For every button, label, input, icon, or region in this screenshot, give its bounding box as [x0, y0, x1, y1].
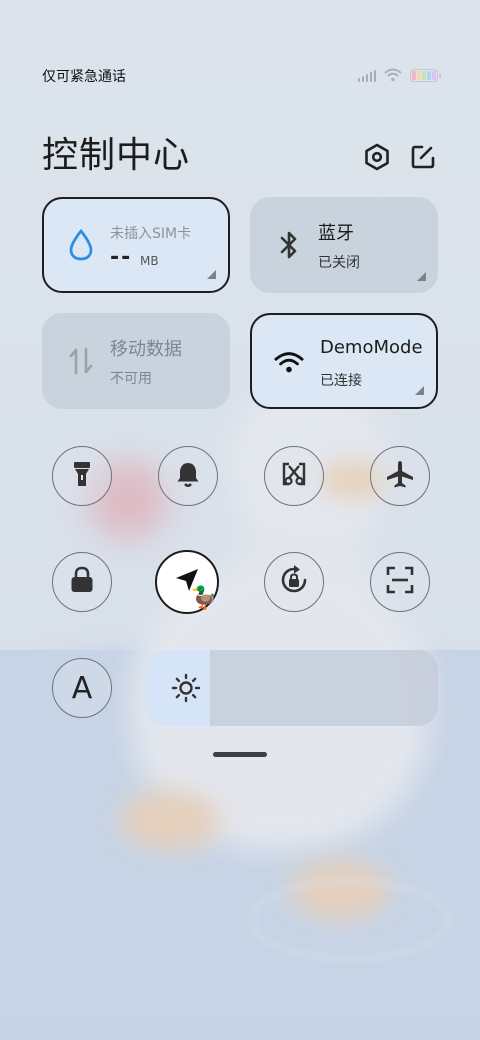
airplane-icon — [385, 459, 415, 493]
mobile-data-status: 不可用 — [110, 371, 152, 387]
edit-icon — [410, 144, 436, 174]
mobile-data-title: 移动数据 — [110, 339, 182, 360]
wifi-network-name: DemoMode — [320, 337, 423, 358]
screenshot-toggle[interactable] — [264, 446, 324, 506]
signal-icon — [357, 69, 376, 82]
font-size-toggle[interactable]: A — [52, 658, 112, 718]
scan-icon — [385, 565, 415, 599]
page-title: 控制中心 — [42, 135, 191, 176]
data-usage-tile[interactable]: 未插入SIM卡 -- MB — [42, 197, 230, 293]
data-usage-unit: MB — [140, 254, 159, 268]
duck-badge-icon: 🦆 — [190, 586, 218, 611]
edit-button[interactable] — [408, 144, 438, 174]
scissors-icon — [280, 460, 308, 492]
data-usage-value: -- — [110, 245, 133, 270]
flashlight-icon — [72, 460, 92, 492]
scanner-toggle[interactable] — [370, 552, 430, 612]
settings-button[interactable] — [362, 143, 392, 175]
bluetooth-icon — [274, 229, 304, 261]
sun-icon — [170, 672, 202, 704]
gear-hexagon-icon — [364, 143, 390, 175]
wifi-status: 已连接 — [320, 373, 362, 389]
ring-toggle[interactable] — [158, 446, 218, 506]
expand-corner-icon — [417, 272, 426, 281]
wifi-icon — [274, 347, 304, 379]
font-letter-icon: A — [71, 670, 93, 706]
airplane-toggle[interactable] — [370, 446, 430, 506]
bell-icon — [175, 460, 201, 492]
bluetooth-status: 已关闭 — [318, 255, 360, 271]
battery-icon — [410, 68, 441, 82]
wifi-tile[interactable]: DemoMode 已连接 — [250, 313, 438, 409]
expand-corner-icon — [207, 270, 216, 279]
data-arrows-icon — [66, 345, 96, 377]
water-drop-icon — [66, 229, 96, 261]
wifi-status-icon — [384, 68, 402, 82]
lock-screen-toggle[interactable] — [52, 552, 112, 612]
expand-corner-icon — [415, 386, 424, 395]
status-icons — [357, 66, 441, 84]
bluetooth-title: 蓝牙 — [318, 223, 354, 244]
sim-status-label: 未插入SIM卡 — [110, 226, 192, 242]
carrier-status: 仅可紧急通话 — [42, 69, 126, 85]
bluetooth-tile[interactable]: 蓝牙 已关闭 — [250, 197, 438, 293]
flashlight-toggle[interactable] — [52, 446, 112, 506]
rotation-lock-toggle[interactable] — [264, 552, 324, 612]
brightness-slider[interactable] — [146, 650, 438, 726]
lock-icon — [69, 565, 95, 599]
mobile-data-tile[interactable]: 移动数据 不可用 — [42, 313, 230, 409]
rotate-lock-icon — [279, 565, 309, 599]
drag-handle[interactable] — [213, 752, 267, 757]
